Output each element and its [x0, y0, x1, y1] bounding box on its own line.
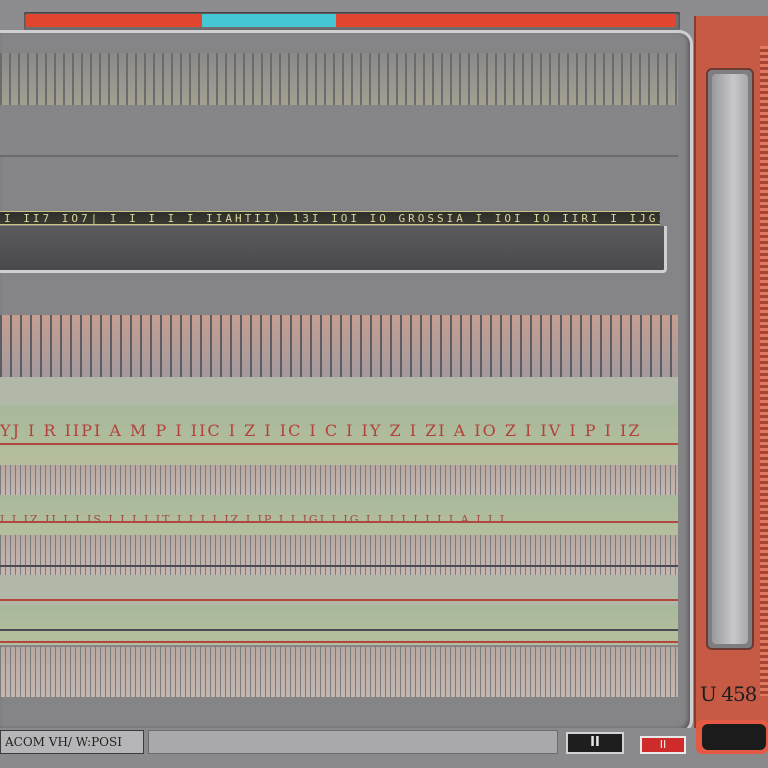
red-trace-line	[0, 599, 678, 601]
tick-band-top	[0, 53, 678, 105]
stripe-band-bottom	[0, 647, 678, 697]
top-progress-bar	[24, 12, 680, 30]
pause-button[interactable]: II	[566, 732, 624, 754]
stop-button[interactable]: II	[640, 736, 686, 754]
divider-line	[0, 155, 678, 157]
vertical-scrollbar[interactable]	[706, 68, 754, 650]
scrollbar-thumb[interactable]	[712, 74, 748, 644]
red-trace-line	[0, 443, 678, 445]
status-label: ACOM VH/ W:POSI	[0, 730, 144, 754]
progress-segment-cyan-marker[interactable]	[202, 14, 336, 27]
scrawl-text-row: YJ I R IIPI A M P I IIC I Z I IC I C I I…	[0, 421, 642, 440]
gray-band	[0, 105, 678, 155]
status-bar: ACOM VH/ W:POSI II II	[0, 720, 768, 768]
scrawl-text-row: I I IZ II I I IS I I I I IT I I I I IZ I…	[0, 513, 507, 526]
stripe-band	[0, 465, 678, 495]
dark-trace-line	[0, 629, 678, 631]
side-pattern	[760, 46, 768, 696]
main-viewport: I II7 IO7| I I I I I IIAHTII) 13I IOI IO…	[0, 30, 693, 734]
progress-segment-red	[26, 14, 202, 27]
power-button-face	[702, 724, 766, 750]
progress-segment-red	[336, 14, 676, 27]
stripe-band	[0, 535, 678, 575]
power-button[interactable]	[696, 720, 768, 754]
status-field[interactable]	[148, 730, 558, 754]
sage-band	[0, 377, 678, 405]
tick-band-pink	[0, 315, 678, 377]
side-readout: U 458	[700, 682, 757, 706]
side-panel	[694, 16, 768, 728]
label-strip: I II7 IO7| I I I I I IIAHTII) 13I IOI IO…	[0, 211, 660, 225]
red-trace-line	[0, 641, 678, 643]
dark-input-bar[interactable]	[0, 226, 667, 273]
dark-trace-line	[0, 565, 678, 567]
green-band	[0, 605, 678, 645]
